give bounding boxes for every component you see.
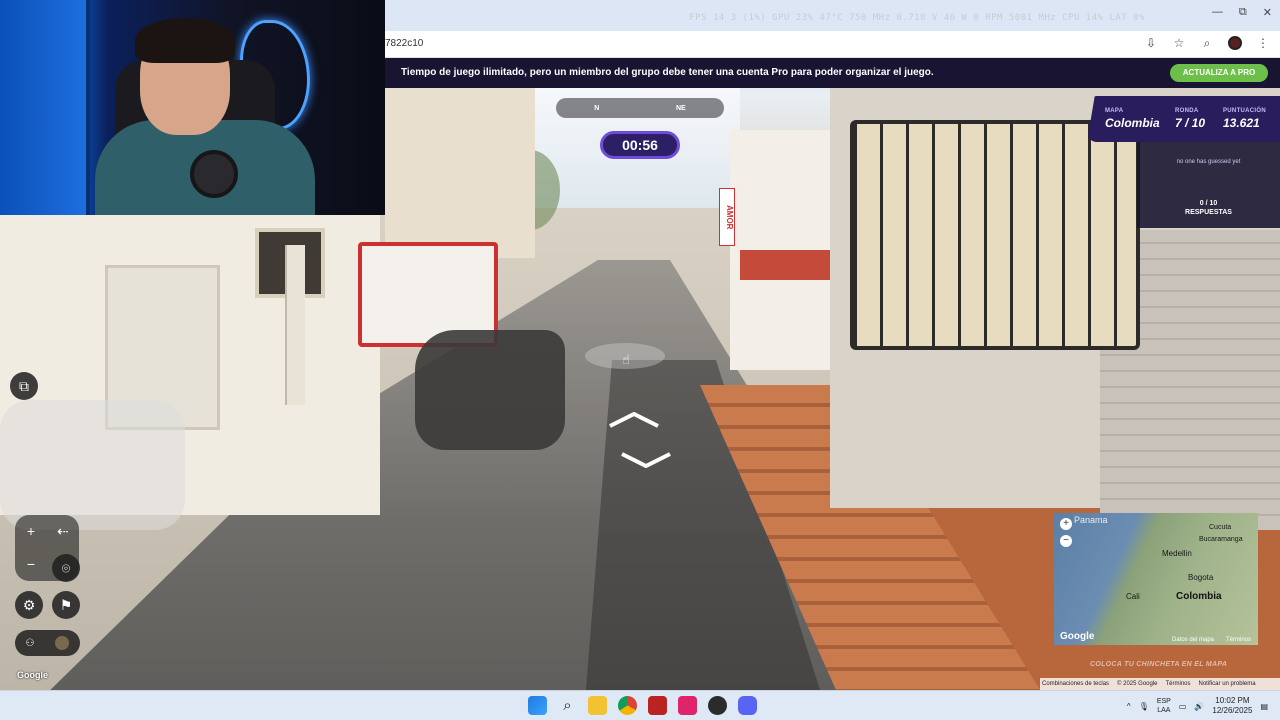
map-label-bogota: Bogota bbox=[1188, 573, 1214, 582]
score-info: PUNTUACIÓN 13.621 bbox=[1223, 108, 1266, 130]
compass-northeast: NE bbox=[675, 104, 686, 112]
webcam-overlay bbox=[0, 0, 385, 215]
install-app-icon[interactable]: ⇩ bbox=[1144, 36, 1158, 50]
zoom-out-button[interactable]: − bbox=[17, 550, 45, 578]
language-code: ESP bbox=[1156, 698, 1171, 705]
iron-balcony bbox=[850, 120, 1140, 350]
tab-search-icon[interactable]: ⌕ bbox=[1200, 36, 1214, 50]
performance-stats: FPS 14 3 (1%) GPU 23% 47°C 750 MHz 0.718… bbox=[689, 13, 1145, 23]
streamer-hair bbox=[135, 18, 235, 63]
address-bar[interactable]: 7822c10 ⇩ ☆ ⌕ ⋮ bbox=[385, 31, 1280, 58]
shop-sign: AMOR bbox=[719, 188, 735, 246]
round-info: RONDA 7 / 10 bbox=[1175, 108, 1205, 130]
hand-cursor-icon: ☝ bbox=[622, 352, 630, 367]
players-button[interactable]: ⚇ bbox=[15, 630, 80, 656]
map-label-medellin: Medellin bbox=[1162, 549, 1192, 558]
round-timer: 00:56 bbox=[600, 131, 680, 159]
tiktok-icon[interactable] bbox=[678, 696, 697, 715]
minimize-icon[interactable]: — bbox=[1212, 6, 1223, 19]
game-info-panel: MAPA Colombia RONDA 7 / 10 PUNTUACIÓN 13… bbox=[1087, 96, 1280, 142]
compass-north: N bbox=[594, 104, 600, 112]
location-pin-icon[interactable]: ⌾ bbox=[52, 554, 80, 582]
place-pin-hint: COLOCA TU CHINCHETA EN EL MAPA bbox=[1090, 661, 1228, 668]
map-label-panama: Panama bbox=[1074, 515, 1108, 525]
building-far-left bbox=[385, 88, 535, 258]
map-label: MAPA bbox=[1105, 108, 1124, 114]
google-maps-footer: Combinaciones de teclas © 2025 Google Té… bbox=[1040, 678, 1280, 690]
system-tray: ^ 🎙 ESP LAA ▭ 🔊 10:02 PM 12/26/2025 ▤ bbox=[1127, 691, 1280, 720]
microphone-icon[interactable]: 🎙 bbox=[1139, 702, 1149, 711]
minimap-zoom-out[interactable]: − bbox=[1060, 535, 1072, 547]
keyboard-layout: LAA bbox=[1157, 707, 1171, 714]
tray-chevron-icon[interactable]: ^ bbox=[1127, 702, 1131, 711]
guess-minimap[interactable]: + − Panama Cucuta Bucaramanga Medellin B… bbox=[1054, 513, 1258, 645]
gear-icon[interactable]: ⚙ bbox=[15, 591, 43, 619]
promo-banner: Tiempo de juego ilimitado, pero un miemb… bbox=[385, 58, 1280, 88]
obs-icon[interactable] bbox=[708, 696, 727, 715]
restore-icon[interactable]: ⧉ bbox=[1239, 6, 1247, 19]
map-label-cucuta: Cucuta bbox=[1209, 524, 1232, 531]
map-label-cali: Cali bbox=[1126, 592, 1140, 601]
start-menu-icon[interactable] bbox=[528, 696, 547, 715]
search-icon[interactable]: ⌕ bbox=[558, 696, 577, 715]
street-view-toggle-icon[interactable]: ⧉ bbox=[10, 372, 38, 400]
score-value: 13.621 bbox=[1223, 116, 1260, 130]
round-value: 7 / 10 bbox=[1175, 116, 1206, 130]
clock-time: 10:02 PM bbox=[1215, 696, 1250, 705]
google-watermark: Google bbox=[17, 670, 48, 680]
move-backward-arrow[interactable] bbox=[620, 452, 672, 468]
bookmark-star-icon[interactable]: ☆ bbox=[1172, 36, 1186, 50]
terms-link[interactable]: Términos bbox=[1166, 681, 1191, 687]
red-balcony bbox=[740, 250, 840, 280]
minimap-zoom-in[interactable]: + bbox=[1060, 518, 1072, 530]
flag-icon[interactable]: ⚑ bbox=[52, 591, 80, 619]
back-arrow-icon[interactable]: ⇠ bbox=[49, 517, 77, 545]
url-text[interactable]: 7822c10 bbox=[385, 38, 423, 49]
promo-text: Tiempo de juego ilimitado, pero un miemb… bbox=[401, 67, 934, 78]
map-label-bucaramanga: Bucaramanga bbox=[1199, 536, 1243, 543]
clock-date: 12/26/2025 bbox=[1212, 706, 1253, 715]
map-info: MAPA Colombia bbox=[1105, 108, 1160, 130]
file-explorer-icon[interactable] bbox=[588, 696, 607, 715]
guesses-panel: no one has guessed yet 0 / 10 RESPUESTAS bbox=[1137, 142, 1280, 228]
profile-avatar[interactable] bbox=[1228, 36, 1242, 50]
map-data-attribution[interactable]: Datos del mapa bbox=[1172, 637, 1214, 643]
minimap-google-logo: Google bbox=[1060, 631, 1095, 642]
notifications-icon[interactable]: ▤ bbox=[1260, 702, 1268, 711]
close-icon[interactable]: ✕ bbox=[1263, 6, 1272, 19]
round-label: RONDA bbox=[1175, 108, 1199, 114]
windows-taskbar: ⌕ ^ 🎙 ESP LAA ▭ 🔊 10:02 PM 12/26/2025 ▤ bbox=[0, 690, 1280, 720]
keyboard-shortcuts-link[interactable]: Combinaciones de teclas bbox=[1042, 681, 1109, 687]
score-label: PUNTUACIÓN bbox=[1223, 108, 1266, 114]
browser-menu-icon[interactable]: ⋮ bbox=[1256, 36, 1270, 50]
blue-door bbox=[0, 0, 90, 215]
utility-pole bbox=[285, 245, 305, 405]
map-value: Colombia bbox=[1105, 116, 1160, 130]
volume-icon[interactable]: 🔊 bbox=[1194, 702, 1204, 711]
chrome-icon[interactable] bbox=[618, 696, 637, 715]
language-indicator[interactable]: ESP LAA bbox=[1157, 697, 1171, 715]
guess-status: no one has guessed yet bbox=[1176, 159, 1241, 165]
minimap-terms-link[interactable]: Términos bbox=[1226, 637, 1251, 643]
upgrade-pro-button[interactable]: ACTUALIZA A PRO bbox=[1170, 64, 1268, 82]
compass-bar: N NE bbox=[556, 98, 724, 118]
players-icon: ⚇ bbox=[25, 637, 35, 649]
report-problem-link[interactable]: Notificar un problema bbox=[1199, 681, 1256, 687]
zoom-in-button[interactable]: + bbox=[17, 517, 45, 545]
browser-title-bar: FPS 14 3 (1%) GPU 23% 47°C 750 MHz 0.718… bbox=[385, 0, 1280, 31]
discord-icon[interactable] bbox=[738, 696, 757, 715]
map-label-colombia: Colombia bbox=[1176, 591, 1222, 602]
avatar bbox=[55, 636, 70, 650]
network-icon[interactable]: ▭ bbox=[1179, 702, 1187, 711]
move-forward-arrow[interactable] bbox=[608, 412, 660, 428]
clock[interactable]: 10:02 PM 12/26/2025 bbox=[1212, 696, 1252, 716]
answers-counter: 0 / 10 RESPUESTAS bbox=[1137, 199, 1280, 217]
copyright-text: © 2025 Google bbox=[1117, 681, 1158, 687]
answers-label: RESPUESTAS bbox=[1185, 209, 1232, 216]
motorcycle bbox=[415, 330, 565, 450]
parked-motorbike bbox=[0, 400, 185, 530]
headset bbox=[190, 150, 238, 198]
streaming-app-icon[interactable] bbox=[648, 696, 667, 715]
answers-count: 0 / 10 bbox=[1199, 200, 1218, 207]
